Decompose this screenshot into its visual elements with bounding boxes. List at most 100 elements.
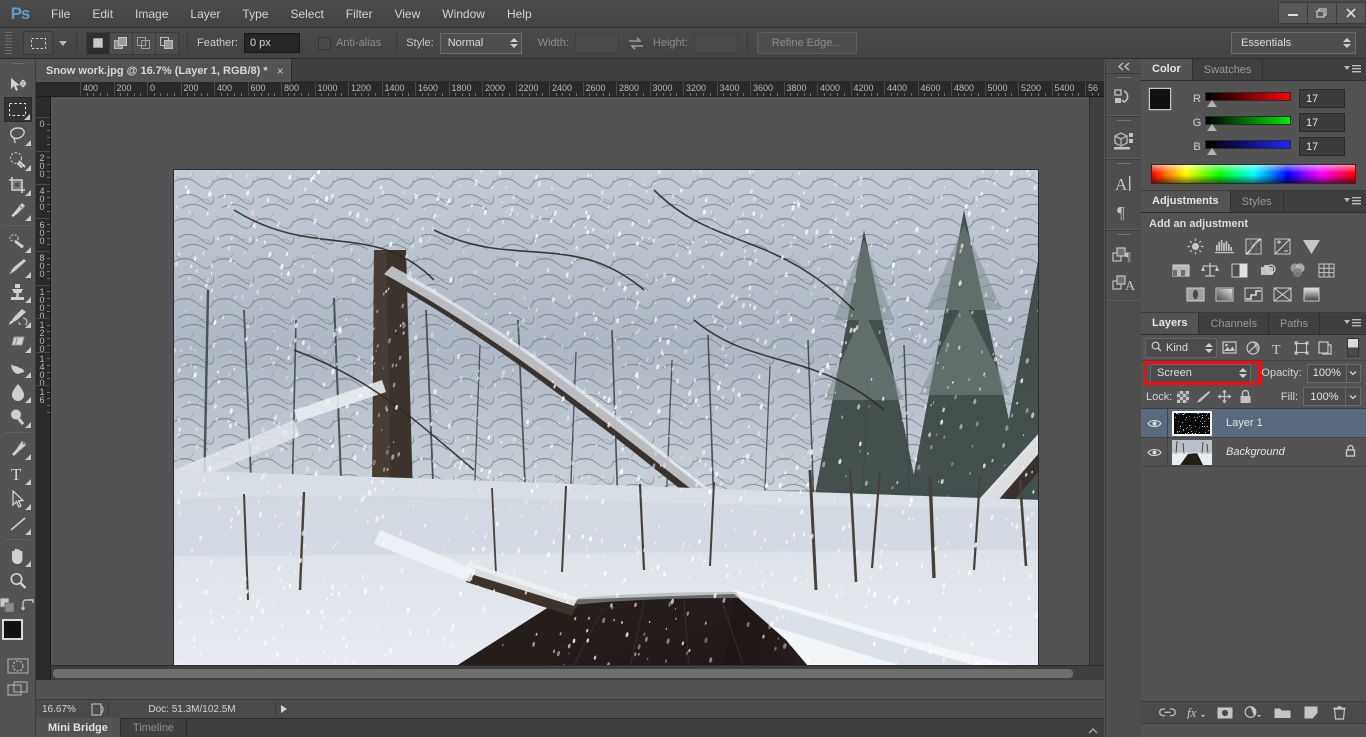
gradient-tool[interactable] (4, 354, 32, 379)
eraser-tool[interactable] (4, 329, 32, 354)
g-slider-knob[interactable] (1207, 123, 1217, 131)
new-group-icon[interactable] (1272, 703, 1292, 723)
layer-row-layer-1[interactable]: Layer 1 (1141, 408, 1366, 438)
lasso-tool[interactable] (4, 122, 32, 147)
tool-preset-chevron-down-icon[interactable] (59, 40, 67, 46)
restore-button[interactable] (1307, 2, 1337, 24)
filter-adjustment-layers-icon[interactable] (1241, 338, 1265, 358)
vertical-ruler[interactable]: 0 200 400 600 800 1000 1200 1400 16 (36, 97, 51, 680)
dodge-tool[interactable] (4, 404, 32, 429)
3d-panel-icon[interactable] (1109, 127, 1139, 155)
b-slider-knob[interactable] (1207, 147, 1217, 155)
workspace-select[interactable]: Essentials (1231, 32, 1356, 54)
menu-item-image[interactable]: Image (124, 3, 179, 25)
r-value[interactable]: 17 (1299, 89, 1345, 108)
intersect-with-selection-button[interactable] (155, 31, 179, 55)
levels-icon[interactable] (1210, 235, 1239, 257)
menu-item-filter[interactable]: Filter (335, 3, 384, 25)
layer-visibility-eye-icon[interactable] (1141, 437, 1168, 467)
g-slider-track[interactable] (1205, 115, 1291, 131)
hue-saturation-icon[interactable] (1167, 259, 1196, 281)
move-tool[interactable] (4, 72, 32, 97)
canvas-vertical-scrollbar[interactable] (1089, 97, 1104, 665)
horizontal-ruler[interactable]: 400 200 0 200 400 600 800 1000 1200 1400 1600 1800 2… (36, 82, 1104, 97)
color-panel-swatches[interactable] (1148, 87, 1183, 120)
lock-all-icon[interactable] (1235, 387, 1256, 407)
posterize-icon[interactable] (1210, 283, 1239, 305)
g-value[interactable]: 17 (1299, 113, 1345, 132)
subtract-from-selection-button[interactable] (132, 31, 156, 55)
rail-grip[interactable] (1106, 160, 1141, 170)
paragraph-panel-icon[interactable]: ¶ (1109, 198, 1139, 226)
gradient-map-icon[interactable] (1268, 283, 1297, 305)
quick-mask-mode-icon[interactable] (5, 656, 31, 676)
add-layer-mask-icon[interactable] (1215, 703, 1235, 723)
fill-value[interactable]: 100% (1303, 387, 1345, 406)
rail-grip[interactable] (1106, 117, 1141, 127)
layer-thumbnail-background[interactable] (1172, 439, 1212, 465)
zoom-level[interactable]: 16.67% (36, 704, 86, 715)
canvas-image[interactable] (173, 169, 1039, 680)
rail-grip[interactable] (1106, 231, 1141, 241)
tab-paths[interactable]: Paths (1269, 313, 1321, 334)
menu-item-help[interactable]: Help (496, 3, 543, 25)
line-tool[interactable] (4, 511, 32, 536)
foreground-color-swatch[interactable] (1, 619, 23, 640)
filter-smart-objects-icon[interactable] (1313, 338, 1337, 358)
close-button[interactable] (1336, 2, 1366, 24)
character-styles-panel-icon[interactable]: ¶ (1109, 241, 1139, 269)
status-expand-arrow-icon[interactable] (276, 704, 292, 714)
panel-menu-icon[interactable] (1343, 318, 1361, 328)
tab-swatches[interactable]: Swatches (1193, 59, 1264, 80)
menu-item-type[interactable]: Type (231, 3, 279, 25)
rectangular-marquee-tool[interactable] (3, 97, 32, 122)
spot-healing-brush-tool[interactable] (4, 229, 32, 254)
history-panel-icon[interactable] (1109, 84, 1139, 112)
menu-item-layer[interactable]: Layer (179, 3, 231, 25)
opacity-chevron-down-icon[interactable] (1345, 363, 1361, 383)
blur-tool[interactable] (4, 379, 32, 404)
curves-icon[interactable] (1239, 235, 1268, 257)
b-value[interactable]: 17 (1299, 137, 1345, 156)
menu-item-view[interactable]: View (383, 3, 431, 25)
tab-adjustments[interactable]: Adjustments (1141, 191, 1231, 212)
color-spectrum-ramp[interactable] (1151, 164, 1356, 184)
panel-menu-icon[interactable] (1343, 196, 1361, 206)
rail-grip[interactable] (1106, 74, 1141, 84)
add-to-selection-button[interactable] (109, 31, 133, 55)
exposure-icon[interactable] (1268, 235, 1297, 257)
filter-type-layers-icon[interactable]: T (1265, 338, 1289, 358)
menu-item-file[interactable]: File (40, 3, 81, 25)
vibrance-icon[interactable] (1297, 235, 1326, 257)
layer-thumbnail-snow-overlay[interactable] (1172, 410, 1212, 436)
delete-layer-icon[interactable] (1330, 703, 1350, 723)
filter-pixel-layers-icon[interactable] (1217, 338, 1241, 358)
r-slider-knob[interactable] (1207, 99, 1217, 107)
minimize-button[interactable] (1278, 2, 1308, 24)
crop-tool[interactable] (4, 172, 32, 197)
horizontal-type-tool[interactable]: T (4, 461, 32, 486)
style-select[interactable]: Normal (439, 32, 522, 54)
color-balance-icon[interactable] (1196, 259, 1225, 281)
layer-visibility-eye-icon[interactable] (1141, 408, 1168, 438)
r-slider-track[interactable] (1205, 91, 1291, 107)
tab-color[interactable]: Color (1141, 59, 1193, 80)
color-swatches[interactable] (1, 619, 36, 653)
new-selection-button[interactable] (86, 31, 110, 55)
photo-filter-icon[interactable] (1254, 259, 1283, 281)
black-white-icon[interactable] (1225, 259, 1254, 281)
tab-channels[interactable]: Channels (1199, 313, 1269, 334)
history-brush-tool[interactable] (4, 304, 32, 329)
fill-chevron-down-icon[interactable] (1345, 387, 1361, 406)
lock-position-icon[interactable] (1214, 387, 1235, 407)
filter-shape-layers-icon[interactable] (1289, 338, 1313, 358)
blend-mode-select[interactable]: Screen (1150, 363, 1252, 383)
bottom-bar-chevron-up-icon[interactable] (1088, 725, 1098, 737)
quick-selection-tool[interactable] (4, 147, 32, 172)
layer-name-background[interactable]: Background (1226, 446, 1285, 458)
document-tab[interactable]: Snow work.jpg @ 16.7% (Layer 1, RGB/8) *… (36, 59, 292, 82)
spectrum-endpoints[interactable] (1343, 165, 1355, 183)
refine-edge-button[interactable]: Refine Edge... (756, 32, 857, 54)
collapse-panels-icon[interactable] (1106, 59, 1141, 73)
anti-alias-checkbox[interactable] (317, 36, 331, 50)
